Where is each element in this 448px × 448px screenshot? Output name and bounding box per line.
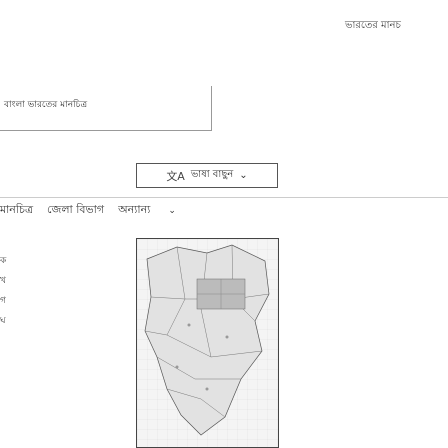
side-nav-item[interactable]: খ: [0, 276, 12, 286]
map-icon: [137, 239, 278, 447]
title-panel: বাংলা ভারতের মানচিত্র: [0, 86, 212, 131]
chevron-down-icon: ⌄: [168, 205, 176, 216]
tab-other[interactable]: অন্যান্য ⌄: [118, 201, 190, 220]
top-link[interactable]: ভারতের মানচ: [345, 18, 401, 35]
side-nav-item[interactable]: ঘ: [0, 316, 12, 326]
language-selector[interactable]: 文A ভাষা বাছুন ⌄: [136, 163, 278, 188]
tab-other-label: অন্যান্য: [118, 202, 151, 216]
language-label: ভাষা বাছুন: [190, 169, 234, 180]
map-image[interactable]: [136, 238, 279, 448]
tab-map[interactable]: মানচিত্র: [0, 201, 33, 220]
page-title: বাংলা ভারতের মানচিত্র: [4, 100, 88, 110]
side-nav-item[interactable]: গ: [0, 296, 12, 306]
translate-icon: 文A: [166, 169, 185, 183]
side-nav-item[interactable]: ক: [0, 256, 12, 266]
divider: [0, 197, 448, 198]
tab-district[interactable]: জেলা বিভাগ: [47, 201, 104, 220]
tab-bar: মানচিত্র জেলা বিভাগ অন্যান্য ⌄: [0, 200, 204, 220]
side-nav: ক খ গ ঘ: [0, 256, 12, 326]
chevron-down-icon: ⌄: [239, 170, 248, 181]
